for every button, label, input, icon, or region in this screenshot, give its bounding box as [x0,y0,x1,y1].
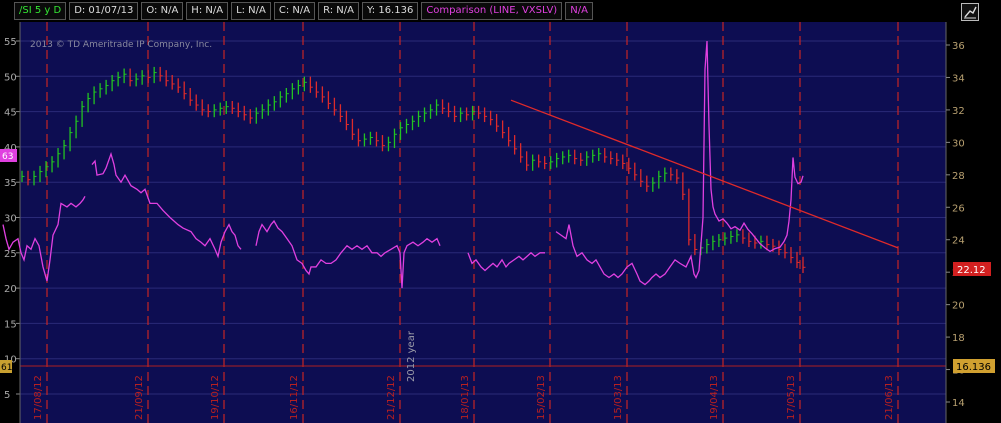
right-tick-label: 28 [952,171,965,182]
comparison-label[interactable]: Comparison (LINE, VXSLV) [421,2,563,20]
left-tick-label: 25 [4,249,17,260]
date-label: 21/09/12 [134,375,145,420]
right-tick-label: 20 [952,301,965,312]
left-tick-label: 15 [4,319,17,330]
left-tick-label: 30 [4,214,17,225]
date-readout: D: 01/07/13 [69,2,139,20]
right-tick-label: 34 [952,73,965,84]
high-readout: H: N/A [186,2,229,20]
date-label: 19/10/12 [210,375,221,420]
badge-price: 16.136 [956,362,991,373]
right-tick-label: 26 [952,203,965,214]
close-readout: C: N/A [273,2,316,20]
low-readout: L: N/A [231,2,271,20]
date-label: 21/06/13 [884,375,895,420]
range-readout: R: N/A [318,2,359,20]
badge-vxslv: 22.12 [957,265,986,276]
year-marker: 2012 year [406,330,417,382]
badge-left-low: 61 [1,363,12,373]
date-label: 15/03/13 [613,375,624,420]
badge-left-hl: 63 [2,152,13,162]
date-label: 17/08/12 [33,375,44,420]
chart-header: /SI 5 y D D: 01/07/13 O: N/A H: N/A L: N… [0,0,1001,22]
symbol-field[interactable]: /SI 5 y D [14,2,67,20]
right-tick-label: 30 [952,138,965,149]
left-tick-label: 55 [4,37,17,48]
plot-area [20,22,946,423]
date-label: 15/02/13 [536,375,547,420]
copyright-watermark: 2013 © TD Ameritrade IP Company, Inc. [30,40,212,50]
right-tick-label: 36 [952,41,965,52]
right-tick-label: 32 [952,106,965,117]
right-tick-label: 18 [952,333,965,344]
date-label: 17/05/13 [786,375,797,420]
left-tick-label: 20 [4,284,17,295]
left-tick-label: 35 [4,178,17,189]
right-tick-label: 24 [952,236,965,247]
comparison-value: N/A [565,2,593,20]
y-readout: Y: 16.136 [362,2,419,20]
left-tick-label: 50 [4,72,17,83]
date-label: 16/11/12 [289,375,300,420]
left-tick-label: 45 [4,108,17,119]
date-label: 18/01/13 [460,375,471,420]
price-chart[interactable]: 17/08/12 21/09/12 19/10/12 16/11/12 21/12/12… [0,22,1001,423]
date-label: 21/12/12 [386,375,397,420]
drawing-tools-icon[interactable] [961,3,979,21]
date-label: 19/04/13 [709,375,720,420]
right-tick-label: 14 [952,398,965,409]
open-readout: O: N/A [141,2,184,20]
left-tick-label: 5 [4,390,10,401]
